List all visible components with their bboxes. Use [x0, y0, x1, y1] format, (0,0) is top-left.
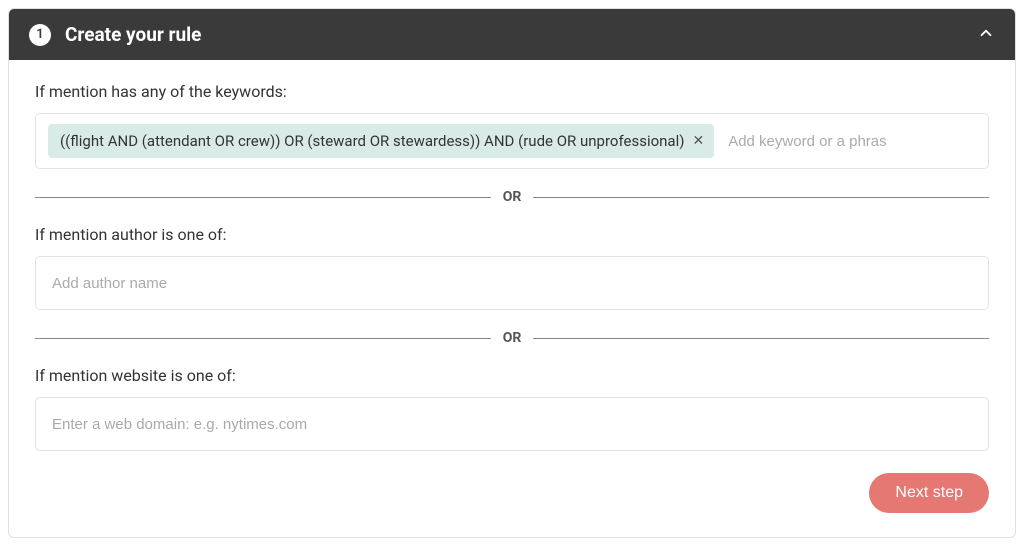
divider-line: [533, 338, 989, 339]
website-label: If mention website is one of:: [35, 366, 989, 385]
keywords-input[interactable]: [724, 127, 976, 156]
step-number-badge: 1: [29, 24, 51, 46]
header-left: 1 Create your rule: [29, 23, 201, 46]
author-label: If mention author is one of:: [35, 225, 989, 244]
next-step-button[interactable]: Next step: [869, 473, 989, 513]
keyword-tag: ((flight AND (attendant OR crew)) OR (st…: [48, 124, 714, 158]
card-header[interactable]: 1 Create your rule: [9, 9, 1015, 60]
divider-line: [35, 197, 491, 198]
website-input-box[interactable]: [35, 397, 989, 451]
divider-or-2: OR: [35, 330, 989, 346]
divider-label: OR: [491, 330, 534, 346]
keyword-tag-text: ((flight AND (attendant OR crew)) OR (st…: [60, 132, 684, 150]
divider-or-1: OR: [35, 189, 989, 205]
card-body: If mention has any of the keywords: ((fl…: [9, 60, 1015, 537]
keywords-input-box[interactable]: ((flight AND (attendant OR crew)) OR (st…: [35, 113, 989, 169]
author-input-box[interactable]: [35, 256, 989, 310]
divider-line: [533, 197, 989, 198]
website-input[interactable]: [48, 410, 976, 439]
footer: Next step: [35, 473, 989, 513]
rule-card: 1 Create your rule If mention has any of…: [8, 8, 1016, 538]
header-title: Create your rule: [65, 23, 201, 46]
close-icon[interactable]: ✕: [692, 134, 704, 148]
keywords-label: If mention has any of the keywords:: [35, 82, 989, 101]
divider-line: [35, 338, 491, 339]
divider-label: OR: [491, 189, 534, 205]
chevron-up-icon[interactable]: [977, 24, 995, 46]
author-input[interactable]: [48, 269, 976, 298]
